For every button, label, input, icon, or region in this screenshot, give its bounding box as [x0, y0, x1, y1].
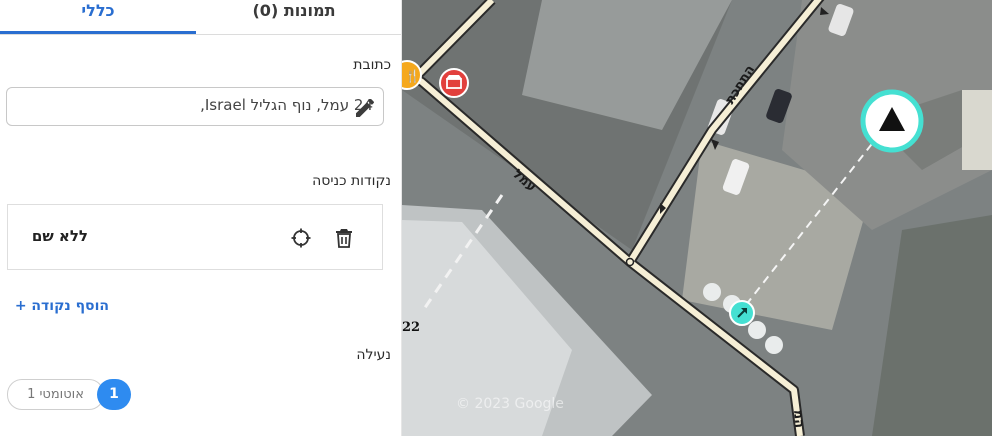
crosshair-target-icon[interactable] — [290, 227, 312, 249]
tabs-bar: כללי תמונות (0) — [0, 0, 401, 35]
lock-level-selector: אוטומטי 1 1 — [7, 379, 137, 410]
tab-general[interactable]: כללי — [0, 0, 196, 34]
app-root: כללי תמונות (0) כתובת נקודות כניסה ללא ש… — [0, 0, 992, 436]
add-entry-point-link[interactable]: הוסף נקודה + — [15, 298, 109, 314]
building-roof — [962, 90, 992, 170]
lock-label: נעילה — [356, 347, 391, 363]
car — [703, 283, 721, 301]
svg-text:🍴: 🍴 — [405, 69, 420, 83]
car — [765, 336, 783, 354]
restaurant-poi-icon[interactable]: 🍴 — [402, 60, 422, 90]
map-edge-number: 22 — [402, 320, 421, 335]
car — [748, 321, 766, 339]
entry-point-marker-icon[interactable] — [729, 300, 755, 326]
address-input[interactable] — [73, 96, 373, 114]
address-label: כתובת — [353, 57, 391, 73]
address-field[interactable] — [6, 87, 384, 126]
lock-level-1-option[interactable]: 1 — [97, 379, 131, 410]
map-copyright: © 2023 Google — [456, 396, 564, 412]
entry-points-label: נקודות כניסה — [312, 173, 391, 189]
store-poi-icon[interactable] — [439, 68, 469, 98]
lock-auto-option[interactable]: אוטומטי 1 — [7, 379, 104, 410]
place-details-panel: כללי תמונות (0) כתובת נקודות כניסה ללא ש… — [0, 0, 402, 436]
entry-point-item: ללא שם — [7, 204, 383, 270]
entry-point-name: ללא שם — [31, 227, 88, 245]
pencil-edit-icon[interactable] — [353, 96, 377, 120]
satellite-map[interactable]: עמל התחכת המ 🍴 © 2023 Google 22 — [402, 0, 992, 436]
street-label-bottom: המ — [790, 409, 807, 429]
place-marker-icon[interactable] — [860, 89, 924, 153]
map-canvas[interactable]: עמל התחכת המ 🍴 — [402, 0, 992, 436]
junction-node — [625, 257, 635, 267]
trash-delete-icon[interactable] — [334, 227, 354, 249]
tab-photos[interactable]: תמונות (0) — [196, 0, 392, 34]
